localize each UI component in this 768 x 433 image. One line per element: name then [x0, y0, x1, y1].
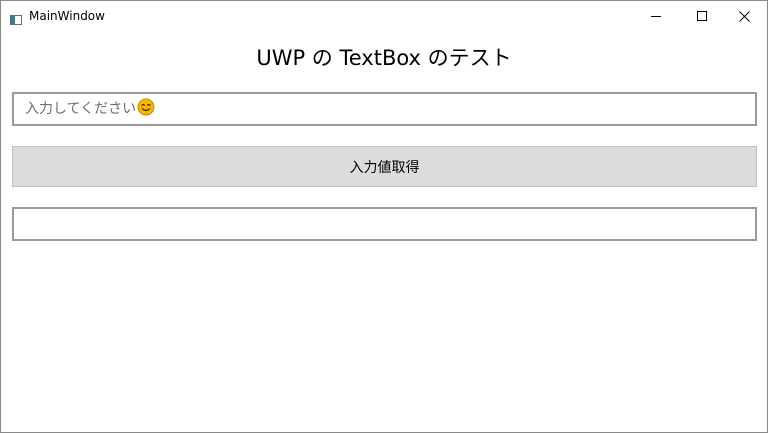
output-textbox[interactable] [12, 207, 757, 241]
input-textbox[interactable]: 入力してください [12, 92, 757, 126]
get-input-value-button[interactable]: 入力値取得 [12, 146, 757, 187]
window-icon [10, 10, 22, 25]
minimize-button[interactable] [633, 1, 679, 31]
maximize-button[interactable] [679, 1, 725, 31]
main-window: MainWindow UWP の TextBox のテスト 入力してください 入… [0, 0, 768, 433]
input-placeholder: 入力してください [25, 98, 155, 121]
placeholder-text: 入力してください [25, 100, 137, 117]
smiling-face-icon [137, 98, 155, 121]
window-title: MainWindow [29, 9, 105, 23]
close-icon [738, 10, 750, 22]
minimize-icon [651, 11, 661, 21]
title-bar[interactable]: MainWindow [1, 1, 767, 31]
close-button[interactable] [721, 1, 767, 31]
maximize-icon [697, 11, 707, 21]
page-title: UWP の TextBox のテスト [256, 46, 512, 70]
